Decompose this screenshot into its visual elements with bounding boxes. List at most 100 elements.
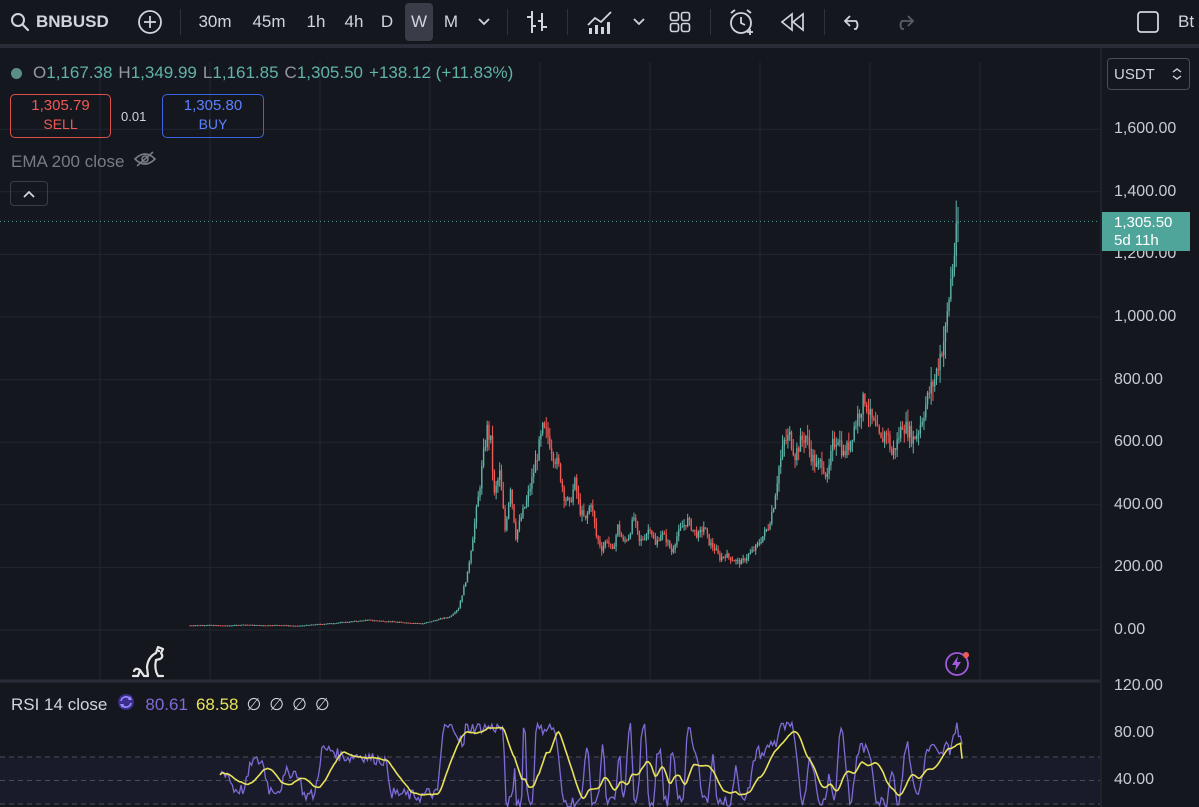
- candle-body: [688, 518, 691, 520]
- candle-body: [219, 625, 222, 627]
- candle-body: [345, 621, 347, 623]
- layouts-icon[interactable]: [667, 0, 693, 44]
- candle-body: [919, 424, 922, 434]
- candle-body: [765, 529, 768, 531]
- collapse-legend-button[interactable]: [10, 181, 48, 206]
- candle-body: [686, 518, 689, 527]
- bar-style-icon[interactable]: [523, 0, 551, 44]
- candle-body: [527, 491, 530, 501]
- interval-w-active[interactable]: W: [405, 3, 433, 41]
- candle-body: [891, 449, 893, 455]
- chevron-up-icon: [23, 190, 35, 198]
- candle-body: [223, 625, 225, 627]
- candle-body: [620, 533, 623, 538]
- flash-icon[interactable]: [944, 650, 970, 676]
- candle-body: [636, 521, 639, 531]
- fullscreen-icon[interactable]: [1134, 0, 1162, 44]
- candle-body: [914, 436, 916, 439]
- top-toolbar: BNBUSD 30m 45m 1h 4h D W M Bt: [0, 0, 1199, 44]
- candle-body: [423, 622, 426, 624]
- candle-body: [776, 483, 778, 496]
- rsi-axis-label: 120.00: [1114, 677, 1163, 694]
- sync-icon[interactable]: [115, 693, 137, 716]
- candle-body: [694, 529, 696, 531]
- candle-body: [586, 513, 589, 519]
- candle-body: [581, 510, 583, 515]
- candle-body: [692, 529, 694, 531]
- candle-body: [464, 582, 467, 587]
- symbol-name[interactable]: BNBUSD: [36, 0, 109, 44]
- candle-body: [837, 441, 839, 446]
- candle-body: [228, 625, 231, 627]
- candle-body: [658, 540, 660, 542]
- candle-body: [667, 541, 669, 543]
- ema-label: EMA 200 close: [11, 151, 125, 171]
- candle-body: [783, 439, 786, 446]
- candle-body: [785, 439, 787, 441]
- ema-indicator-legend[interactable]: EMA 200 close: [11, 151, 157, 172]
- interval-d[interactable]: D: [377, 0, 397, 44]
- candle-body: [243, 624, 245, 626]
- candle-body: [712, 542, 714, 548]
- candle-body: [642, 538, 644, 540]
- indicators-dropdown-icon[interactable]: [630, 0, 648, 44]
- candle-body: [797, 448, 800, 452]
- candle-body: [234, 624, 236, 626]
- candle-body: [379, 620, 381, 622]
- candle-body: [830, 450, 832, 466]
- candle-body: [303, 625, 306, 627]
- candle-body: [357, 621, 359, 623]
- candle-body: [353, 620, 356, 622]
- candle-body: [531, 476, 533, 489]
- add-symbol-icon[interactable]: [135, 0, 165, 44]
- candle-body: [663, 533, 666, 535]
- candle-body: [441, 618, 444, 620]
- candle-body: [701, 529, 703, 532]
- candle-body: [738, 559, 741, 565]
- candle-body: [350, 621, 352, 623]
- candle-body: [538, 439, 540, 461]
- alert-icon[interactable]: [727, 0, 757, 44]
- interval-m[interactable]: M: [440, 0, 462, 44]
- candle-body: [755, 544, 757, 551]
- candle-body: [831, 438, 834, 451]
- candle-body: [246, 624, 248, 626]
- rsi-extra-value: ∅: [269, 694, 285, 714]
- candle-body: [649, 529, 651, 531]
- interval-30m[interactable]: 30m: [193, 0, 237, 44]
- interval-45m[interactable]: 45m: [247, 0, 291, 44]
- candle-body: [858, 413, 861, 418]
- buy-tab-cut[interactable]: Bt: [1178, 0, 1199, 44]
- bar-countdown: 5d 11h: [1114, 232, 1159, 249]
- candle-body: [720, 556, 723, 561]
- interval-1h[interactable]: 1h: [302, 0, 330, 44]
- redo-icon[interactable]: [891, 0, 917, 44]
- candle-body: [491, 435, 494, 472]
- candle-body: [681, 526, 684, 528]
- interval-dropdown-icon[interactable]: [474, 0, 494, 44]
- candle-body: [726, 553, 728, 558]
- candle-body: [328, 623, 331, 625]
- candle-body: [567, 497, 569, 501]
- indicators-icon[interactable]: [585, 0, 615, 44]
- candle-body: [926, 392, 929, 405]
- rsi-legend: RSI 14 close 80.61 68.58 ∅ ∅ ∅ ∅: [11, 693, 330, 716]
- candle-body: [695, 530, 698, 538]
- close-value: 1,305.50: [296, 63, 364, 82]
- buy-button[interactable]: 1,305.80 BUY: [162, 94, 264, 138]
- candle-body: [889, 434, 891, 450]
- eye-hidden-icon[interactable]: [134, 151, 157, 172]
- candle-body: [552, 453, 555, 462]
- candle-body: [559, 463, 562, 482]
- candle-body: [647, 529, 649, 535]
- rsi-label: RSI 14 close: [11, 694, 108, 714]
- search-icon[interactable]: [8, 0, 32, 44]
- candle-body: [370, 619, 372, 621]
- replay-icon[interactable]: [779, 0, 807, 44]
- currency-select[interactable]: USDT: [1107, 58, 1190, 90]
- sell-button[interactable]: 1,305.79 SELL: [10, 94, 111, 138]
- undo-icon[interactable]: [841, 0, 867, 44]
- candle-body: [244, 624, 247, 626]
- candle-body: [935, 368, 938, 380]
- interval-4h[interactable]: 4h: [340, 0, 368, 44]
